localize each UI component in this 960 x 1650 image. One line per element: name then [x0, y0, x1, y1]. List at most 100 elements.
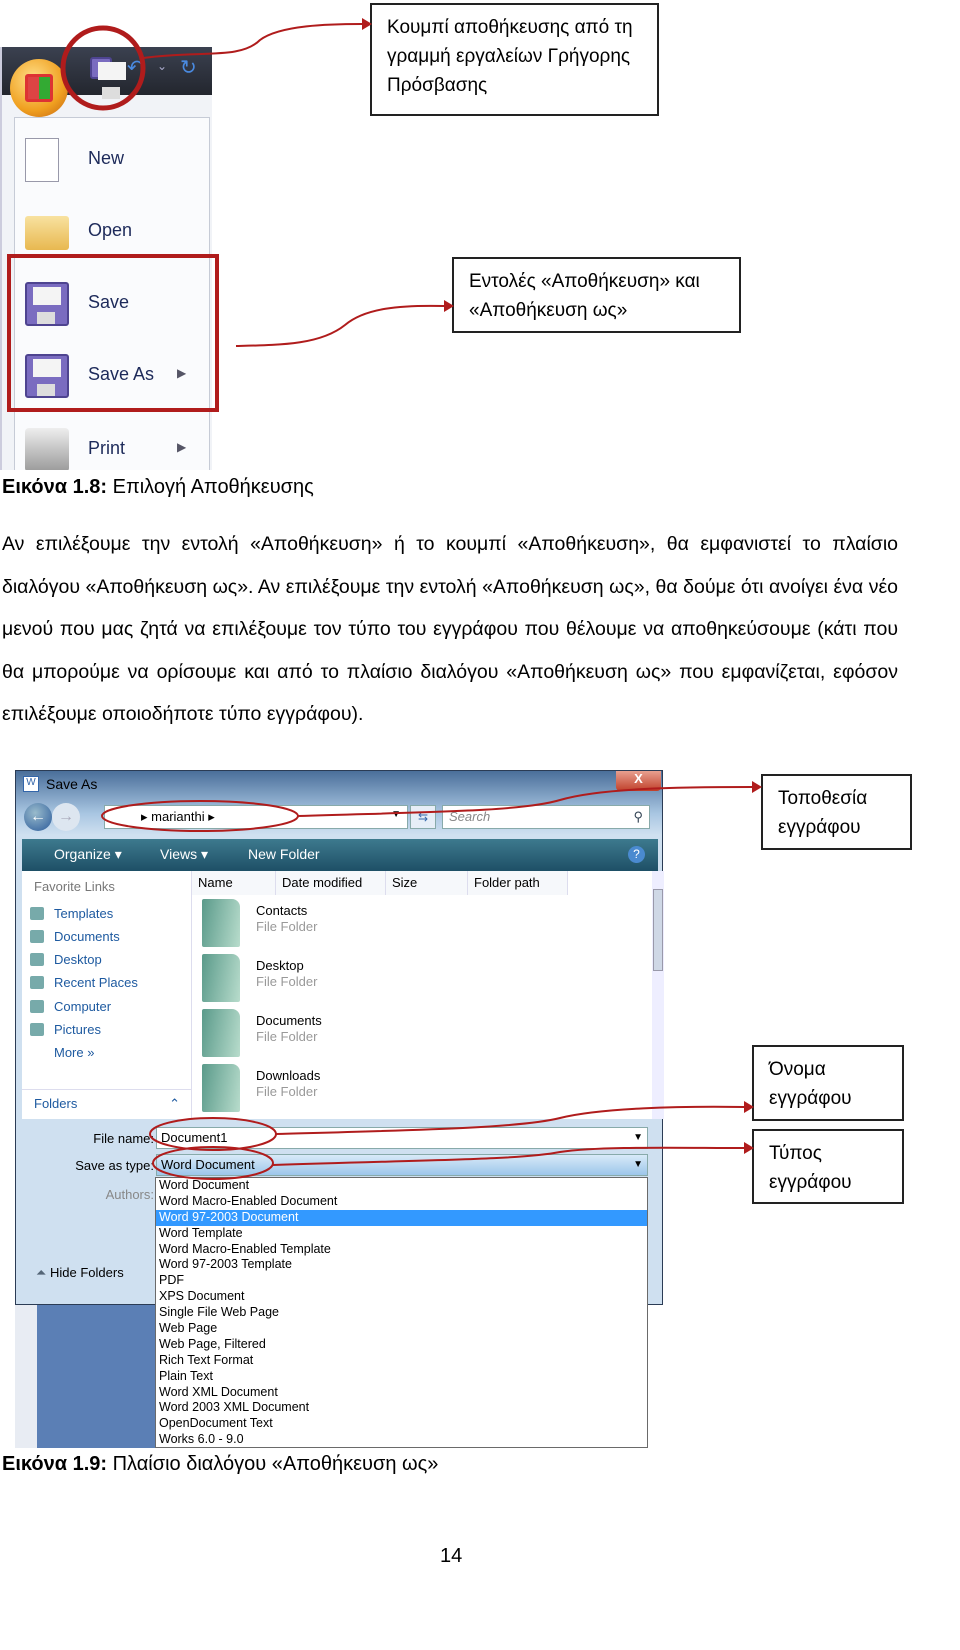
views-button[interactable]: Views ▾ — [160, 846, 208, 863]
dropdown-option[interactable]: Word 97-2003 Template — [156, 1257, 647, 1273]
dropdown-option[interactable]: Word Template — [156, 1226, 647, 1242]
callout-line: γραμμή εργαλείων Γρήγορης — [387, 46, 631, 67]
desktop-icon — [30, 953, 44, 966]
folder-icon — [202, 954, 240, 1002]
favorite-links-header: Favorite Links — [34, 879, 115, 894]
favorite-link-templates[interactable]: Templates — [30, 906, 113, 921]
close-button[interactable]: X — [616, 771, 661, 791]
dropdown-option[interactable]: Word Macro-Enabled Template — [156, 1242, 647, 1258]
dropdown-option[interactable]: Single File Web Page — [156, 1305, 647, 1321]
office-button[interactable] — [10, 59, 68, 117]
callout-line: Τοποθεσία — [778, 788, 868, 809]
dropdown-option[interactable]: Web Page, Filtered — [156, 1337, 647, 1353]
chevron-down-icon: ▼ — [633, 1159, 643, 1170]
callout-line: Πρόσβασης — [387, 75, 488, 96]
favorite-link-pictures[interactable]: Pictures — [30, 1022, 101, 1037]
recent-places-icon — [30, 976, 44, 989]
file-list: Name Date modified Size Folder path Cont… — [192, 871, 652, 1119]
menu-label: Save As — [88, 364, 155, 384]
dropdown-option[interactable]: Works 6.0 - 9.0 — [156, 1432, 647, 1448]
help-icon[interactable]: ? — [628, 846, 645, 863]
new-folder-button[interactable]: New Folder — [248, 846, 320, 862]
callout-qat-save: Κουμπί αποθήκευσης από τη γραμμή εργαλεί… — [370, 3, 659, 116]
folders-toggle[interactable]: Folders ⌃ — [22, 1089, 192, 1119]
chevron-up-icon: ⌃ — [169, 1096, 180, 1111]
dropdown-option[interactable]: Word Macro-Enabled Document — [156, 1194, 647, 1210]
authors-label: Authors: — [105, 1187, 154, 1202]
dropdown-option[interactable]: Word Document — [156, 1178, 647, 1194]
chevron-down-icon[interactable]: ▼ — [391, 809, 401, 820]
pictures-icon — [30, 1023, 44, 1036]
favorite-link-computer[interactable]: Computer — [30, 999, 111, 1014]
file-name-input[interactable]: Document1 ▼ — [156, 1127, 648, 1149]
list-item[interactable]: Contacts File Folder — [202, 899, 502, 951]
dropdown-option[interactable]: OpenDocument Text — [156, 1416, 647, 1432]
dropdown-option[interactable]: PDF — [156, 1273, 647, 1289]
qat-save-icon[interactable] — [90, 57, 126, 99]
column-header-size[interactable]: Size — [386, 871, 468, 895]
callout-filename: Όνομα εγγράφου — [752, 1045, 904, 1121]
callout-line: Όνομα — [769, 1059, 826, 1080]
chevron-down-icon[interactable]: ⌄ — [157, 59, 167, 73]
menu-item-open[interactable]: Open — [15, 202, 211, 262]
callout-line: εγγράφου — [769, 1088, 852, 1109]
undo-icon[interactable]: ↶ — [127, 55, 144, 80]
list-item[interactable]: Desktop File Folder — [202, 954, 502, 1006]
menu-label: Save — [88, 292, 130, 312]
dropdown-option[interactable]: XPS Document — [156, 1289, 647, 1305]
annotation-arrow — [235, 304, 445, 347]
word-icon: W — [23, 776, 39, 792]
search-placeholder: Search — [449, 809, 491, 824]
vertical-ruler — [15, 1305, 37, 1448]
caption-text: Επιλογή Αποθήκευσης — [107, 476, 314, 498]
printer-icon — [25, 428, 69, 470]
search-icon: ⚲ — [633, 809, 643, 824]
nav-buttons: ← → — [24, 803, 82, 833]
address-folder[interactable]: marianthi — [151, 809, 204, 824]
organize-button[interactable]: Organize ▾ — [54, 846, 122, 863]
dropdown-option[interactable]: Rich Text Format — [156, 1353, 647, 1369]
more-link[interactable]: More » — [54, 1045, 94, 1060]
column-header-date[interactable]: Date modified — [276, 871, 386, 895]
menu-item-save[interactable]: Save — [15, 274, 211, 334]
office-menu: New Open Save Save As ▶ Print ▶ — [14, 117, 210, 470]
column-header-name[interactable]: Name — [192, 871, 276, 895]
caption-label: Εικόνα 1.9: — [2, 1453, 108, 1475]
dropdown-option[interactable]: Word 2003 XML Document — [156, 1400, 647, 1416]
callout-line: «Αποθήκευση ως» — [469, 300, 628, 321]
menu-item-print[interactable]: Print ▶ — [15, 420, 211, 470]
word-background — [15, 1305, 155, 1448]
body-paragraph: Αν επιλέξουμε την εντολή «Αποθήκευση» ή … — [2, 533, 898, 725]
dropdown-option[interactable]: Word XML Document — [156, 1385, 647, 1401]
column-header-folder-path[interactable]: Folder path — [468, 871, 568, 895]
back-icon[interactable]: ← — [24, 803, 52, 831]
dropdown-option[interactable]: Plain Text — [156, 1369, 647, 1385]
dropdown-option[interactable]: Web Page — [156, 1321, 647, 1337]
forward-icon[interactable]: → — [52, 803, 80, 831]
scrollbar-thumb[interactable] — [653, 889, 663, 971]
callout-line: Εντολές «Αποθήκευση» και — [469, 271, 700, 292]
menu-item-save-as[interactable]: Save As ▶ — [15, 346, 211, 406]
dialog-toolbar: Organize ▾ Views ▾ New Folder ? — [22, 839, 658, 871]
address-bar[interactable]: ▸ marianthi ▸ ▼ — [104, 805, 408, 829]
redo-icon[interactable]: ↻ — [180, 55, 197, 80]
refresh-icon[interactable]: ⇆ — [410, 805, 436, 829]
favorite-link-recent-places[interactable]: Recent Places — [30, 975, 138, 990]
submenu-arrow-icon: ▶ — [177, 366, 187, 380]
dialog-title: Save As — [46, 776, 98, 792]
callout-save-commands: Εντολές «Αποθήκευση» και «Αποθήκευση ως» — [452, 257, 741, 333]
favorite-link-documents[interactable]: Documents — [30, 929, 120, 944]
dropdown-option[interactable]: Word 97-2003 Document — [156, 1209, 647, 1226]
favorite-links-pane: Favorite Links Templates Documents Deskt… — [22, 871, 192, 1119]
scrollbar[interactable] — [652, 871, 664, 1119]
list-item[interactable]: Documents File Folder — [202, 1009, 502, 1061]
search-input[interactable]: Search ⚲ — [442, 805, 650, 829]
save-as-type-select[interactable]: Word Document ▼ — [156, 1154, 648, 1176]
caption-label: Εικόνα 1.8: — [2, 476, 108, 498]
hide-folders-button[interactable]: ⏶ Hide Folders — [36, 1265, 124, 1281]
breadcrumb-arrow-icon: ▸ — [141, 809, 152, 824]
menu-item-new[interactable]: New — [15, 130, 211, 190]
documents-icon — [30, 930, 44, 943]
favorite-link-desktop[interactable]: Desktop — [30, 952, 102, 967]
list-item[interactable]: Downloads File Folder — [202, 1064, 502, 1116]
